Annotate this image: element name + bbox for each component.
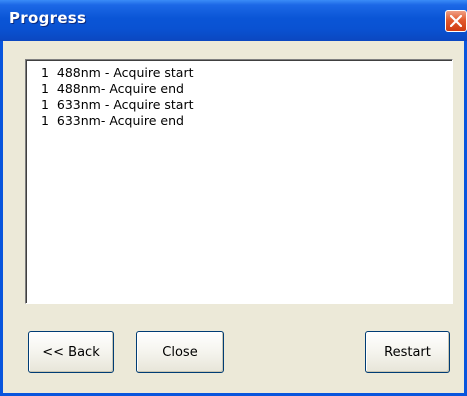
- close-button[interactable]: Close: [136, 331, 224, 373]
- back-button[interactable]: << Back: [28, 331, 114, 373]
- window-title: Progress: [9, 9, 87, 27]
- log-line: 1 488nm- Acquire end: [41, 81, 184, 96]
- progress-dialog: Progress 1 488nm - Acquire start 1 488nm…: [0, 0, 467, 396]
- log-line: 1 633nm- Acquire end: [41, 113, 184, 128]
- title-close-button[interactable]: [445, 10, 467, 32]
- log-line: 1 488nm - Acquire start: [41, 65, 194, 80]
- progress-log[interactable]: 1 488nm - Acquire start 1 488nm- Acquire…: [25, 59, 453, 304]
- title-bar[interactable]: Progress: [0, 0, 467, 41]
- close-icon: [450, 15, 462, 27]
- log-line: 1 633nm - Acquire start: [41, 97, 194, 112]
- restart-button[interactable]: Restart: [365, 331, 450, 373]
